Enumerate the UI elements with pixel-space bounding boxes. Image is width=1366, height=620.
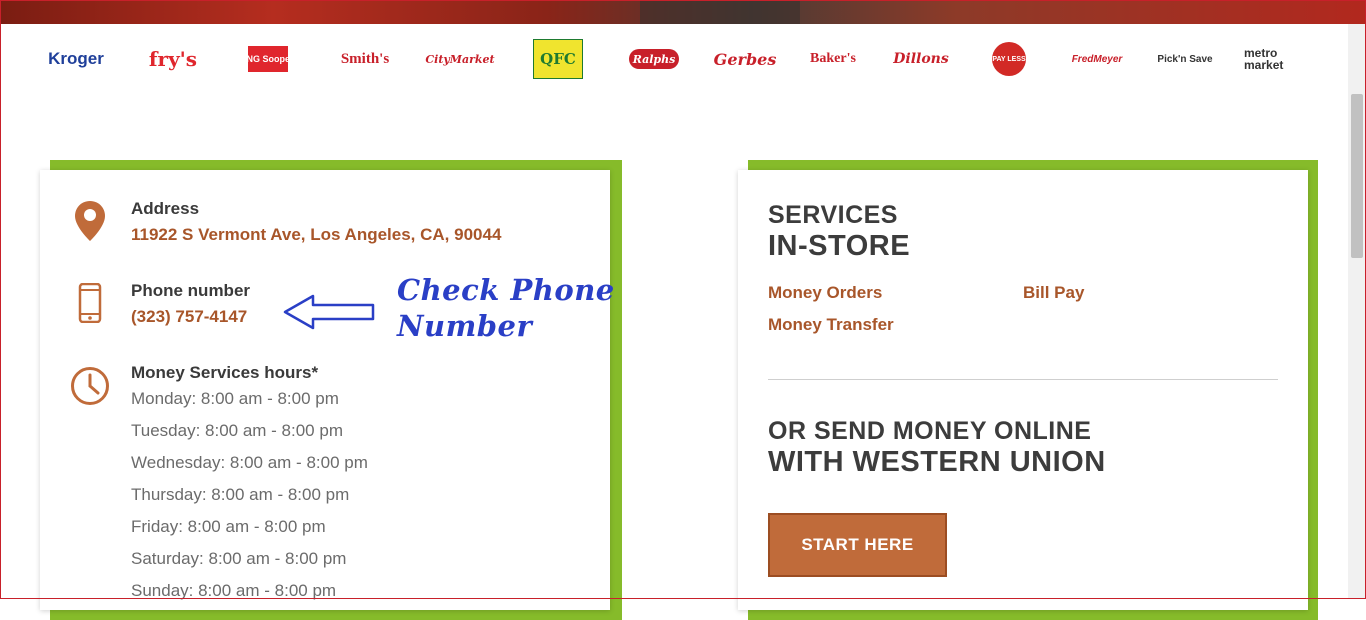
services-divider xyxy=(768,379,1278,380)
brand-logo-king-soopers[interactable]: KING Soopers xyxy=(238,36,299,82)
services-title-line1: SERVICES xyxy=(768,201,898,229)
phone-number-link[interactable]: (323) 757-4147 xyxy=(131,307,247,327)
hours-friday: Friday: 8:00 am - 8:00 pm xyxy=(131,517,326,536)
start-here-button[interactable]: START HERE xyxy=(768,513,947,577)
phone-icon xyxy=(78,283,102,323)
annotation-line1: Check Phone xyxy=(397,273,615,307)
brand-logo-bakers[interactable]: Baker's xyxy=(808,36,858,82)
address-label: Address xyxy=(131,199,200,218)
service-link-money-transfer[interactable]: Money Transfer xyxy=(768,315,894,335)
services-title-line2: IN-STORE xyxy=(768,230,911,262)
brand-logo-ralphs-text: Ralphs xyxy=(629,49,679,69)
brand-logo-qfc[interactable]: QFC xyxy=(532,36,584,82)
hours-monday: Monday: 8:00 am - 8:00 pm xyxy=(131,389,339,408)
clock-icon xyxy=(71,367,109,405)
brand-logo-payless[interactable]: PAY LESS xyxy=(990,36,1028,82)
brand-logo-frys[interactable]: fry's xyxy=(140,36,206,82)
hours-tuesday: Tuesday: 8:00 am - 8:00 pm xyxy=(131,421,343,440)
annotation-text: Check Phone Number xyxy=(397,272,627,344)
hours-saturday: Saturday: 8:00 am - 8:00 pm xyxy=(131,549,347,568)
brand-logo-picknsave[interactable]: Pick'n Save xyxy=(1157,36,1212,82)
brand-logo-gerbes[interactable]: Gerbes xyxy=(714,36,777,82)
service-link-money-orders[interactable]: Money Orders xyxy=(768,283,882,303)
map-pin-icon xyxy=(75,201,105,241)
page-scrollbar[interactable] xyxy=(1348,24,1366,599)
brand-logo-kroger[interactable]: Kroger xyxy=(40,36,112,82)
brand-logo-qfc-text: QFC xyxy=(533,39,583,79)
brand-logo-payless-text: PAY LESS xyxy=(992,42,1026,76)
hours-thursday: Thursday: 8:00 am - 8:00 pm xyxy=(131,485,350,504)
brand-logo-city-market[interactable]: CityMarket xyxy=(425,36,494,82)
send-money-line2: WITH WESTERN UNION xyxy=(768,446,1106,478)
brand-logo-king-soopers-text: KING Soopers xyxy=(238,46,299,72)
service-link-bill-pay[interactable]: Bill Pay xyxy=(1023,283,1084,303)
hero-image-strip xyxy=(0,0,1366,24)
scrollbar-thumb[interactable] xyxy=(1351,94,1363,258)
hours-sunday: Sunday: 8:00 am - 8:00 pm xyxy=(131,581,337,600)
hours-wednesday: Wednesday: 8:00 am - 8:00 pm xyxy=(131,453,368,472)
annotation-arrow-icon xyxy=(283,294,375,330)
hours-label: Money Services hours* xyxy=(131,363,319,382)
address-value: 11922 S Vermont Ave, Los Angeles, CA, 90… xyxy=(131,225,502,244)
send-money-line1: OR SEND MONEY ONLINE xyxy=(768,417,1092,445)
brand-logo-smiths[interactable]: Smith's xyxy=(334,36,396,82)
brand-logo-fred-meyer[interactable]: FredMeyer xyxy=(1070,36,1124,82)
brand-logo-dillons[interactable]: Dillons xyxy=(893,36,949,82)
brand-logo-row: Kroger fry's KING Soopers Smith's CityMa… xyxy=(40,36,1320,82)
brand-logo-metro-market[interactable]: metro market xyxy=(1244,36,1298,82)
brand-logo-ralphs[interactable]: Ralphs xyxy=(628,36,680,82)
annotation-line2: Number xyxy=(397,309,533,343)
phone-label: Phone number xyxy=(131,281,251,300)
